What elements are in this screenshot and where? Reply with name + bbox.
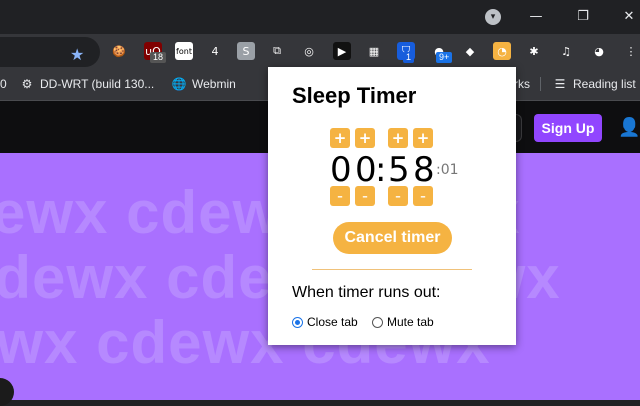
media-control-icon[interactable]: ♫ xyxy=(557,42,575,60)
font-extension-icon[interactable]: font xyxy=(175,42,193,60)
puzzle-extension-glyph: ✱ xyxy=(529,44,539,58)
browser-titlebar: ▾ — ❐ ✕ xyxy=(0,0,640,34)
close-tab-label: Close tab xyxy=(307,315,358,329)
s-extension-icon[interactable]: S xyxy=(237,42,255,60)
minutes-tens-digit: 5 xyxy=(388,150,410,190)
green-dot-extension-icon[interactable]: ● 9+ xyxy=(430,42,453,63)
minutes-ones-plus-button[interactable]: + xyxy=(413,128,433,148)
minutes-ones-minus-button[interactable]: – xyxy=(413,186,433,206)
sleep-timer-extension-glyph: ◔ xyxy=(497,44,507,58)
play-extension-icon[interactable]: ▶ xyxy=(333,42,351,60)
address-bar[interactable]: ★ xyxy=(0,37,100,67)
globe-icon: 🌐 xyxy=(171,77,187,91)
hours-ones-minus-button[interactable]: – xyxy=(355,186,375,206)
bookmark-partial[interactable]: 0 xyxy=(0,77,7,91)
hours-tens-minus-button[interactable]: – xyxy=(330,186,350,206)
gem-extension-glyph: ◆ xyxy=(465,44,475,58)
media-control-glyph: ♫ xyxy=(561,44,571,58)
play-extension-glyph: ▶ xyxy=(337,44,347,58)
extension-badge: 9+ xyxy=(436,52,453,63)
cookie-extension-glyph: 🍪 xyxy=(112,44,126,58)
reading-list-label: Reading list xyxy=(573,77,636,91)
close-tab-option[interactable]: Close tab xyxy=(292,315,358,329)
dice-extension-icon[interactable]: 4 xyxy=(206,42,224,60)
minutes-tens-minus-button[interactable]: – xyxy=(388,186,408,206)
incognito-avatar-glyph: ◕ xyxy=(594,44,604,58)
s-extension-glyph: S xyxy=(242,44,250,58)
hours-tens-plus-button[interactable]: + xyxy=(330,128,350,148)
restore-icon[interactable]: ❐ xyxy=(560,0,606,32)
minutes-tens-plus-button[interactable]: + xyxy=(388,128,408,148)
minutes-ones-digit: 8 xyxy=(413,150,435,190)
bitwarden-extension-icon[interactable]: ⛉ 1 xyxy=(397,42,415,63)
mute-tab-label: Mute tab xyxy=(387,315,434,329)
incognito-avatar-icon[interactable]: ◕ xyxy=(590,42,608,60)
extension-badge: 1 xyxy=(403,52,415,63)
bookmark-label: Webmin xyxy=(192,77,236,91)
dice-extension-glyph: 4 xyxy=(211,44,219,58)
background-word-a: cdewx xyxy=(0,179,109,246)
user-icon[interactable]: 👤 xyxy=(618,117,640,138)
sleep-timer-popup: Sleep Timer + + + + 0 0 : 5 8 :01 – – – … xyxy=(268,67,516,345)
time-separator: : xyxy=(375,150,387,190)
reading-list-icon: ☰ xyxy=(554,77,566,91)
copy-extension-glyph: ⧉ xyxy=(273,44,281,57)
gem-extension-icon[interactable]: ◆ xyxy=(461,42,479,60)
background-word-a: cdewx xyxy=(0,244,149,311)
popup-title: Sleep Timer xyxy=(292,83,417,108)
extension-badge: 18 xyxy=(150,52,167,63)
close-tab-radio[interactable] xyxy=(292,316,303,328)
copy-extension-icon[interactable]: ⧉ xyxy=(268,42,286,60)
bookmark-dd-wrt[interactable]: ⚙ DD-WRT (build 130... xyxy=(20,77,155,91)
bookmark-label: 0 xyxy=(0,77,7,91)
chip-extension-icon[interactable]: ▦ xyxy=(365,42,383,60)
bookmark-label: DD-WRT (build 130... xyxy=(40,77,155,91)
bookmark-webmin[interactable]: 🌐 Webmin xyxy=(172,77,236,91)
ublock-extension-icon[interactable]: uO 18 xyxy=(144,42,167,63)
browser-toolbar: ★ xyxy=(0,34,640,70)
mute-tab-radio[interactable] xyxy=(372,316,383,328)
tab-search-icon[interactable]: ▾ xyxy=(485,9,501,25)
bookmark-partial-works[interactable]: rks xyxy=(514,77,530,91)
seconds-display: :01 xyxy=(436,162,459,178)
when-timer-runs-out-label: When timer runs out: xyxy=(292,284,441,301)
cookie-extension-icon[interactable]: 🍪 xyxy=(110,42,128,60)
minimize-icon[interactable]: — xyxy=(513,0,559,32)
font-extension-glyph: font xyxy=(176,46,192,56)
bookmark-star-icon[interactable]: ★ xyxy=(70,45,84,64)
dd-wrt-icon: ⚙ xyxy=(21,77,33,91)
background-word-b: cdewx xyxy=(96,309,285,376)
cancel-timer-button[interactable]: Cancel timer xyxy=(333,222,452,254)
menu-kebab-icon[interactable]: ⋮ xyxy=(622,42,640,60)
reading-list-button[interactable]: ☰ Reading list xyxy=(540,77,636,91)
background-word-a: cdewx xyxy=(0,309,79,376)
close-icon[interactable]: ✕ xyxy=(606,0,640,32)
circle-extension-icon[interactable]: ◎ xyxy=(300,42,318,60)
puzzle-extension-icon[interactable]: ✱ xyxy=(525,42,543,60)
chip-extension-glyph: ▦ xyxy=(368,44,380,58)
bookmark-label: rks xyxy=(514,77,530,91)
hours-ones-digit: 0 xyxy=(355,150,377,190)
mute-tab-option[interactable]: Mute tab xyxy=(372,315,434,329)
sleep-timer-extension-icon[interactable]: ◔ xyxy=(493,42,511,60)
hours-ones-plus-button[interactable]: + xyxy=(355,128,375,148)
hours-tens-digit: 0 xyxy=(330,150,352,190)
sign-up-button[interactable]: Sign Up xyxy=(534,114,602,142)
circle-extension-glyph: ◎ xyxy=(304,44,314,58)
divider xyxy=(312,269,472,270)
menu-kebab-glyph: ⋮ xyxy=(625,44,637,58)
